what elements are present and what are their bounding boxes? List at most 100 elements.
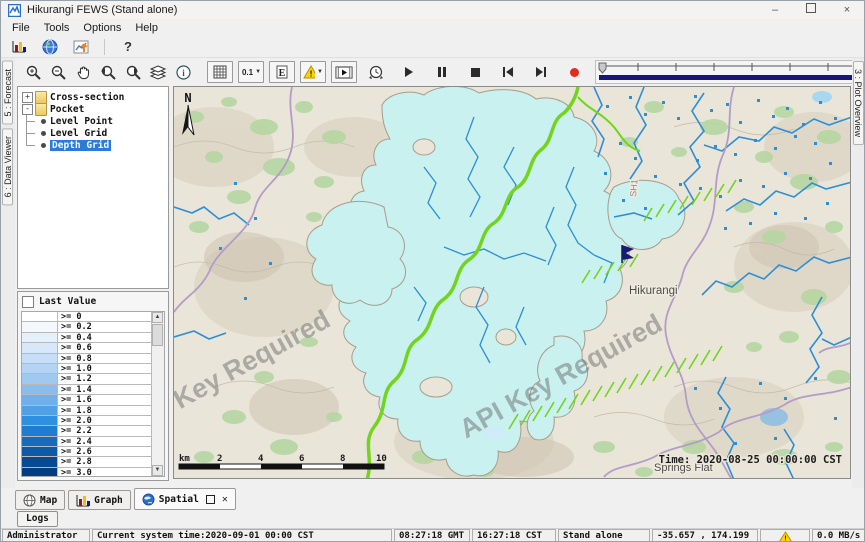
layer-bullet-icon bbox=[41, 143, 46, 148]
legend-row[interactable]: >= 0 bbox=[22, 312, 152, 322]
scroll-down-icon[interactable]: ▼ bbox=[152, 465, 163, 476]
logs-button[interactable]: Logs bbox=[17, 511, 58, 527]
legend-label: >= 2.2 bbox=[58, 426, 92, 435]
reports-icon[interactable] bbox=[9, 37, 29, 57]
time-slider[interactable] bbox=[595, 60, 865, 84]
menu-options[interactable]: Options bbox=[76, 21, 128, 35]
legend-label: >= 1.4 bbox=[58, 385, 92, 394]
tab-forecast[interactable]: 5 : Forecast bbox=[2, 61, 13, 125]
tab-plot-overview[interactable]: 3 : Plot Overview bbox=[853, 61, 864, 145]
tab-spatial[interactable]: Spatial ✕ bbox=[134, 488, 236, 510]
legend-row[interactable]: >= 2.0 bbox=[22, 416, 152, 426]
tree-item-cross-section[interactable]: + Cross-section bbox=[18, 91, 168, 103]
zoom-in-icon[interactable] bbox=[23, 62, 43, 82]
scroll-up-icon[interactable]: ▲ bbox=[152, 312, 163, 323]
map-canvas[interactable]: API Key Required API Key Required Hikura… bbox=[174, 87, 851, 479]
chevron-down-icon: ▼ bbox=[255, 69, 261, 75]
legend-swatch bbox=[22, 468, 58, 477]
menu-help[interactable]: Help bbox=[128, 21, 165, 35]
map-view[interactable]: API Key Required API Key Required Hikura… bbox=[173, 86, 851, 479]
legend-row[interactable]: >= 0.8 bbox=[22, 354, 152, 364]
tab-map[interactable]: Map bbox=[15, 490, 65, 510]
movie-button[interactable] bbox=[331, 61, 357, 83]
stop-button[interactable] bbox=[465, 62, 485, 82]
help-icon[interactable]: ? bbox=[118, 37, 138, 57]
legend-swatch bbox=[22, 374, 58, 383]
legend-label: >= 1.0 bbox=[58, 364, 92, 373]
close-icon[interactable]: × bbox=[840, 2, 854, 18]
legend-row[interactable]: >= 0.4 bbox=[22, 333, 152, 343]
bar-chart-icon bbox=[76, 494, 90, 507]
minimize-icon[interactable]: – bbox=[768, 2, 782, 18]
spatial-display-icon[interactable] bbox=[71, 37, 91, 57]
info-icon[interactable]: i bbox=[173, 62, 193, 82]
legend-row[interactable]: >= 2.6 bbox=[22, 447, 152, 457]
pause-button[interactable] bbox=[432, 62, 452, 82]
tab-map-label: Map bbox=[40, 495, 57, 506]
legend-label: >= 2.4 bbox=[58, 437, 92, 446]
tree-item-label: Cross-section bbox=[50, 92, 124, 103]
last-value-label: Last Value bbox=[39, 296, 96, 307]
legend-swatch bbox=[22, 426, 58, 435]
last-value-checkbox[interactable] bbox=[22, 296, 34, 308]
svg-text:!: ! bbox=[783, 534, 787, 542]
tree-item-level-point[interactable]: Level Point bbox=[18, 115, 168, 127]
left-tab-strip: 5 : Forecast 6 : Data Viewer bbox=[1, 58, 15, 488]
legend-swatch bbox=[22, 385, 58, 394]
map-display-icon[interactable] bbox=[40, 37, 60, 57]
legend-row[interactable]: >= 3.0 bbox=[22, 468, 152, 477]
legend-row[interactable]: >= 1.2 bbox=[22, 374, 152, 384]
tab-graph[interactable]: Graph bbox=[68, 490, 131, 510]
legend-label: >= 2.0 bbox=[58, 416, 92, 425]
maximize-icon[interactable] bbox=[804, 2, 818, 18]
tab-close-icon[interactable]: ✕ bbox=[222, 494, 228, 505]
legend-row[interactable]: >= 0.6 bbox=[22, 343, 152, 353]
tree-item-label: Depth Grid bbox=[50, 140, 111, 151]
collapse-icon[interactable]: - bbox=[22, 104, 33, 115]
legend-swatch bbox=[22, 364, 58, 373]
map-time-label: Time: 2020-08-25 00:00:00 CST bbox=[659, 454, 842, 466]
legend-row[interactable]: >= 2.2 bbox=[22, 426, 152, 436]
legend-label: >= 0.6 bbox=[58, 343, 92, 352]
pan-icon[interactable] bbox=[73, 62, 93, 82]
legend-row[interactable]: >= 1.8 bbox=[22, 406, 152, 416]
legend-row[interactable]: >= 2.4 bbox=[22, 437, 152, 447]
tab-maximize-icon[interactable] bbox=[206, 495, 215, 504]
right-tab-strip: 3 : Plot Overview bbox=[852, 58, 865, 488]
expand-icon[interactable]: + bbox=[22, 92, 33, 103]
scroll-thumb[interactable] bbox=[152, 324, 163, 346]
play-button[interactable] bbox=[399, 62, 419, 82]
time-slider-track bbox=[596, 61, 865, 81]
zoom-next-icon[interactable] bbox=[123, 62, 143, 82]
legend-list: >= 0 >= 0.2 >= 0.4 >= 0.6 bbox=[22, 312, 152, 476]
legend-row[interactable]: >= 1.6 bbox=[22, 395, 152, 405]
legend-row[interactable]: >= 0.2 bbox=[22, 322, 152, 332]
app-icon bbox=[8, 4, 21, 17]
legend-row[interactable]: >= 1.0 bbox=[22, 364, 152, 374]
tab-data-viewer[interactable]: 6 : Data Viewer bbox=[2, 128, 13, 205]
zoom-previous-icon[interactable] bbox=[98, 62, 118, 82]
skip-to-start-button[interactable] bbox=[498, 62, 518, 82]
legend-label: >= 0.4 bbox=[58, 333, 92, 342]
status-warning[interactable]: ! bbox=[760, 529, 810, 542]
tree-item-level-grid[interactable]: Level Grid bbox=[18, 127, 168, 139]
animation-settings-icon[interactable] bbox=[366, 62, 386, 82]
legend-scrollbar[interactable]: ▲ ▼ bbox=[151, 312, 164, 476]
menu-file[interactable]: File bbox=[5, 21, 37, 35]
title-bar[interactable]: Hikurangi FEWS (Stand alone) – × bbox=[1, 1, 864, 19]
tree-item-depth-grid[interactable]: Depth Grid bbox=[18, 139, 168, 151]
marker-size-dropdown[interactable]: 0.1 ▼ bbox=[238, 61, 264, 83]
skip-to-end-button[interactable] bbox=[531, 62, 551, 82]
grid-button[interactable] bbox=[207, 61, 233, 83]
legend-label: >= 0.2 bbox=[58, 322, 92, 331]
record-button[interactable] bbox=[564, 62, 584, 82]
legend-row[interactable]: >= 1.4 bbox=[22, 385, 152, 395]
layers-icon[interactable] bbox=[148, 62, 168, 82]
legend-row[interactable]: >= 2.8 bbox=[22, 457, 152, 467]
label-button[interactable]: E bbox=[269, 61, 295, 83]
zoom-out-icon[interactable] bbox=[48, 62, 68, 82]
svg-text:10: 10 bbox=[376, 454, 387, 464]
tree-item-pocket[interactable]: - Pocket bbox=[18, 103, 168, 115]
menu-tools[interactable]: Tools bbox=[37, 21, 77, 35]
warning-threshold-dropdown[interactable]: ! ▼ bbox=[300, 61, 326, 83]
